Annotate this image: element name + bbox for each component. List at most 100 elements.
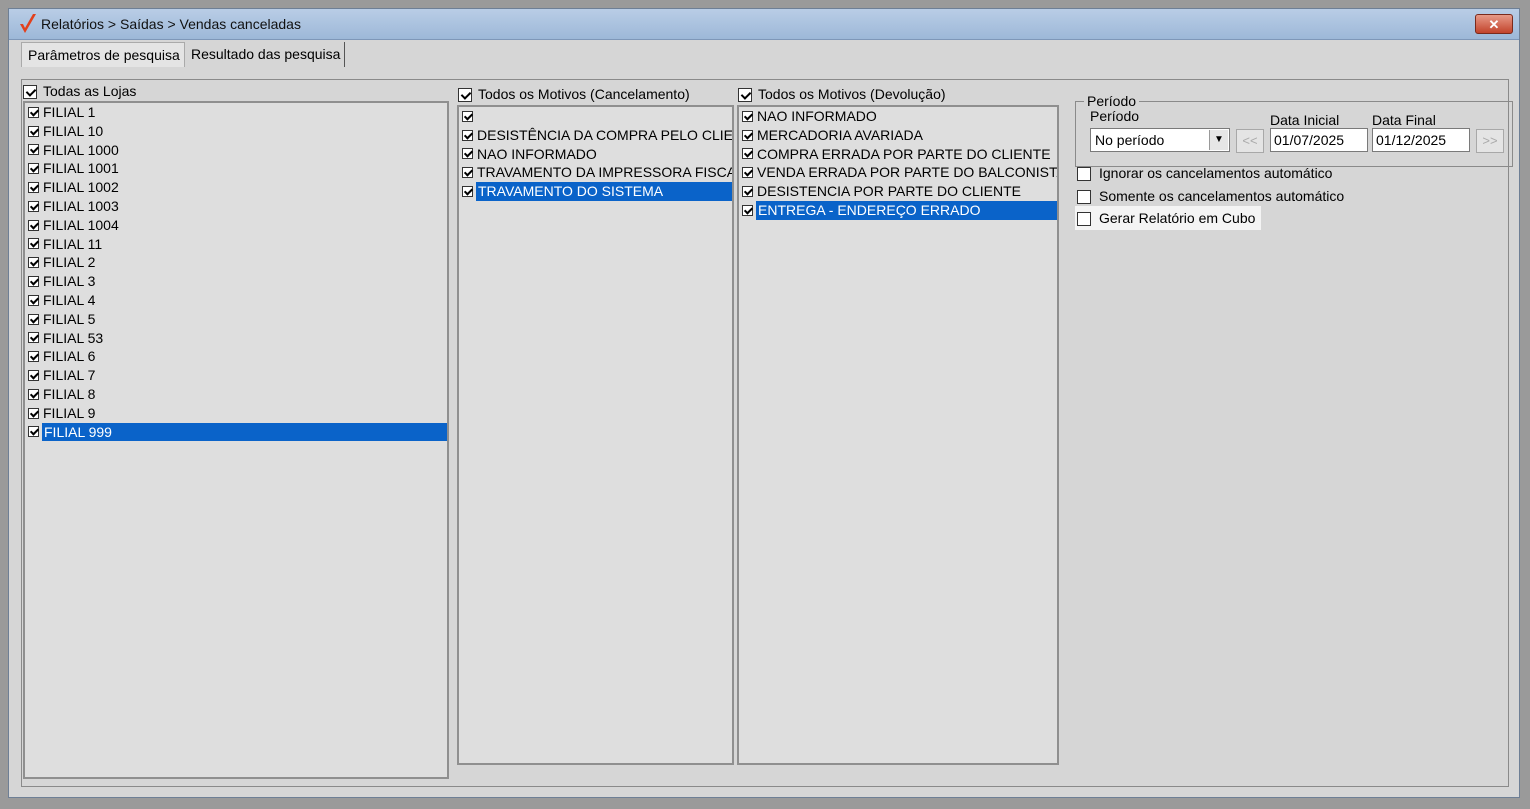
loja-list-item[interactable]: FILIAL 9 [25,404,447,423]
somente-automatico-option[interactable]: Somente os cancelamentos automático [1077,188,1344,205]
loja-item-label: FILIAL 4 [43,291,96,308]
loja-list-item[interactable]: FILIAL 1002 [25,178,447,197]
gerar-cubo-label: Gerar Relatório em Cubo [1099,210,1256,226]
ignorar-automatico-label: Ignorar os cancelamentos automático [1099,165,1333,181]
cancelamento-item-label: TRAVAMENTO DA IMPRESSORA FISCAL [477,164,734,181]
loja-list-item[interactable]: FILIAL 1004 [25,216,447,235]
loja-item-label: FILIAL 8 [43,385,96,402]
devolucao-item-checkbox[interactable] [742,129,753,141]
loja-item-checkbox[interactable] [28,275,39,287]
cancelamento-list-item[interactable]: TRAVAMENTO DO SISTEMA [459,182,732,201]
tab-parametros-label: Parâmetros de pesquisa [28,47,180,63]
devolucao-list-item[interactable]: ENTREGA - ENDEREÇO ERRADO [739,200,1057,220]
cancelamento-list-item[interactable]: NAO INFORMADO [459,145,732,164]
devolucao-header[interactable]: Todos os Motivos (Devolução) [738,86,946,103]
loja-list-item[interactable]: FILIAL 8 [25,385,447,404]
data-inicial-input[interactable]: 01/07/2025 [1270,128,1368,152]
todas-lojas-checkbox[interactable] [23,85,37,100]
loja-list-item[interactable]: FILIAL 999 [25,422,447,442]
loja-list-item[interactable]: FILIAL 10 [25,122,447,141]
cancelamento-header[interactable]: Todos os Motivos (Cancelamento) [458,86,690,103]
loja-item-checkbox[interactable] [28,200,39,212]
lojas-header[interactable]: Todas as Lojas [23,83,136,100]
data-final-input[interactable]: 01/12/2025 [1372,128,1470,152]
loja-item-checkbox[interactable] [28,144,39,156]
loja-item-checkbox[interactable] [28,332,39,344]
loja-item-label: FILIAL 6 [43,348,96,365]
loja-list-item[interactable]: FILIAL 1003 [25,197,447,216]
loja-list-item[interactable]: FILIAL 4 [25,291,447,310]
loja-item-checkbox[interactable] [28,388,39,400]
todos-motivos-cancelamento-checkbox[interactable] [458,88,472,103]
periodo-group: Período Período No período ▼ << Data Ini… [1075,93,1513,167]
devolucao-list-item[interactable]: NAO INFORMADO [739,107,1057,126]
devolucao-item-checkbox[interactable] [742,148,753,160]
loja-item-checkbox[interactable] [28,238,39,250]
ignorar-automatico-checkbox[interactable] [1077,167,1091,182]
loja-list-item[interactable]: FILIAL 11 [25,235,447,254]
loja-item-checkbox[interactable] [28,163,39,175]
devolucao-list-item[interactable]: VENDA ERRADA POR PARTE DO BALCONISTA [739,163,1057,182]
loja-list-item[interactable]: FILIAL 5 [25,310,447,329]
devolucao-item-checkbox[interactable] [742,110,753,122]
next-period-label: >> [1482,133,1498,148]
loja-item-checkbox[interactable] [28,351,39,363]
prev-period-button[interactable]: << [1236,129,1264,153]
lojas-listbox[interactable]: FILIAL 1 FILIAL 10 FILIAL 1000 FILIAL 1001 F… [23,101,449,779]
loja-list-item[interactable]: FILIAL 1 [25,103,447,122]
devolucao-list-item[interactable]: MERCADORIA AVARIADA [739,126,1057,145]
cancelamento-item-checkbox[interactable] [462,185,473,197]
loja-list-item[interactable]: FILIAL 1001 [25,159,447,178]
loja-item-label: FILIAL 1004 [43,216,119,233]
loja-list-item[interactable]: FILIAL 53 [25,329,447,348]
loja-item-checkbox[interactable] [28,426,39,438]
cancelamento-list-item[interactable] [459,107,732,126]
loja-item-checkbox[interactable] [28,219,39,231]
loja-list-item[interactable]: FILIAL 1000 [25,141,447,160]
devolucao-listbox[interactable]: NAO INFORMADO MERCADORIA AVARIADA COMPRA E… [737,105,1059,765]
loja-item-label: FILIAL 11 [43,235,103,252]
cancelamento-item-checkbox[interactable] [462,148,473,160]
devolucao-list-item[interactable]: DESISTENCIA POR PARTE DO CLIENTE [739,182,1057,201]
chevron-down-icon[interactable]: ▼ [1209,130,1228,150]
loja-list-item[interactable]: FILIAL 3 [25,272,447,291]
loja-item-checkbox[interactable] [28,106,39,118]
tab-parametros[interactable]: Parâmetros de pesquisa [21,42,185,67]
ignorar-automatico-option[interactable]: Ignorar os cancelamentos automático [1077,165,1333,182]
cancelamento-list-item[interactable]: TRAVAMENTO DA IMPRESSORA FISCAL [459,163,732,182]
prev-period-label: << [1242,133,1258,148]
cancelamento-item-checkbox[interactable] [462,110,473,122]
todos-motivos-devolucao-checkbox[interactable] [738,88,752,103]
devolucao-item-label: NAO INFORMADO [757,108,877,124]
devolucao-item-checkbox[interactable] [742,185,753,197]
cancelamento-item-checkbox[interactable] [462,167,473,179]
gerar-cubo-option[interactable]: Gerar Relatório em Cubo [1075,206,1262,231]
devolucao-item-label: MERCADORIA AVARIADA [757,126,923,143]
title-bar[interactable]: Relatórios > Saídas > Vendas canceladas … [9,9,1519,40]
loja-item-checkbox[interactable] [28,294,39,306]
loja-list-item[interactable]: FILIAL 6 [25,347,447,366]
loja-item-checkbox[interactable] [28,369,39,381]
loja-item-checkbox[interactable] [28,125,39,137]
next-period-button[interactable]: >> [1476,129,1504,153]
loja-item-checkbox[interactable] [28,313,39,325]
devolucao-item-checkbox[interactable] [742,204,753,216]
loja-list-item[interactable]: FILIAL 2 [25,253,447,272]
cancelamento-list-item[interactable]: DESISTÊNCIA DA COMPRA PELO CLIEN [459,126,732,145]
periodo-select[interactable]: No período ▼ [1090,128,1230,152]
loja-item-checkbox[interactable] [28,257,39,269]
devolucao-list-item[interactable]: COMPRA ERRADA POR PARTE DO CLIENTE [739,145,1057,164]
loja-list-item[interactable]: FILIAL 7 [25,366,447,385]
loja-item-checkbox[interactable] [28,407,39,419]
loja-item-label: FILIAL 1001 [43,160,119,177]
cancelamento-listbox[interactable]: DESISTÊNCIA DA COMPRA PELO CLIEN NAO INFO… [457,105,734,765]
devolucao-item-label: COMPRA ERRADA POR PARTE DO CLIENTE [757,145,1051,162]
loja-item-checkbox[interactable] [28,181,39,193]
close-button[interactable]: ✕ [1475,14,1513,34]
devolucao-item-label: DESISTENCIA POR PARTE DO CLIENTE [757,183,1021,200]
tab-resultado[interactable]: Resultado das pesquisa [185,42,345,67]
gerar-cubo-checkbox[interactable] [1077,212,1091,227]
cancelamento-item-checkbox[interactable] [462,129,473,141]
somente-automatico-checkbox[interactable] [1077,190,1091,205]
devolucao-item-checkbox[interactable] [742,167,753,179]
